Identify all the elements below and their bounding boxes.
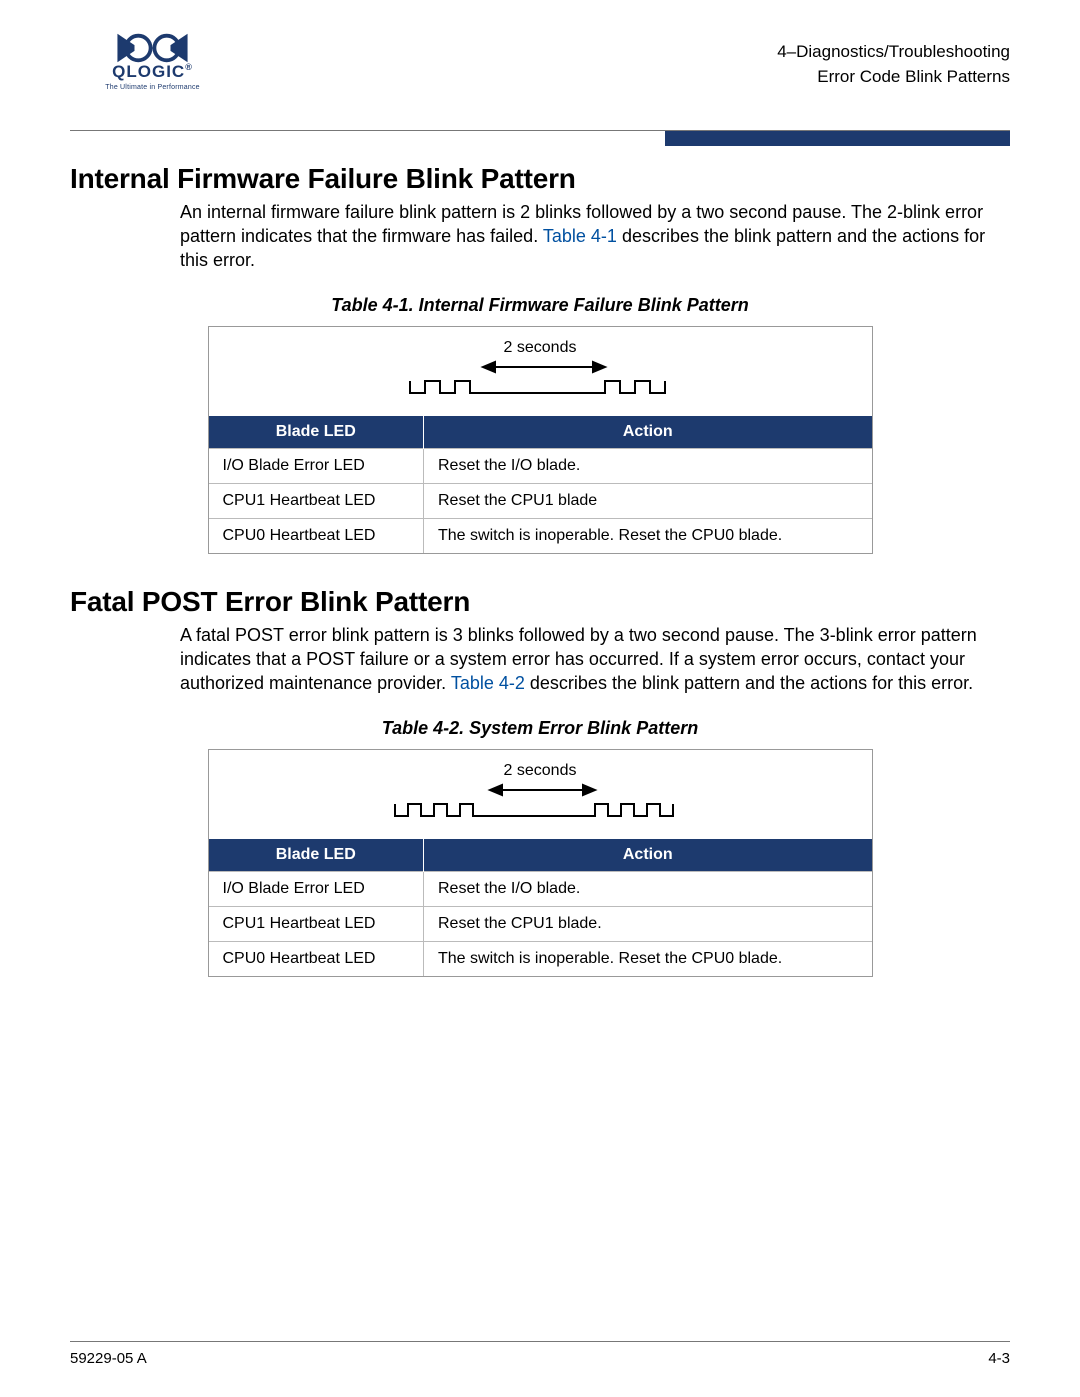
header-rule bbox=[70, 130, 1010, 131]
table-row: I/O Blade Error LED Reset the I/O blade. bbox=[209, 871, 872, 906]
table-4-2-box: 2 seconds Blade LED Action bbox=[208, 749, 873, 977]
col-header-action: Action bbox=[424, 839, 872, 872]
blink-pattern-2-icon bbox=[405, 359, 675, 401]
table-4-1: Blade LED Action I/O Blade Error LED Res… bbox=[209, 416, 872, 553]
table-4-2: Blade LED Action I/O Blade Error LED Res… bbox=[209, 839, 872, 976]
col-header-blade-led: Blade LED bbox=[209, 416, 424, 449]
table-4-1-caption: Table 4-1. Internal Firmware Failure Bli… bbox=[70, 295, 1010, 316]
header-line-1: 4–Diagnostics/Troubleshooting bbox=[777, 40, 1010, 65]
blink-diagram-3: 2 seconds bbox=[209, 750, 872, 839]
col-header-blade-led: Blade LED bbox=[209, 839, 424, 872]
footer-page-number: 4-3 bbox=[988, 1350, 1010, 1367]
table-4-1-box: 2 seconds Blade LED Action bbox=[208, 326, 873, 554]
table-row: CPU0 Heartbeat LED The switch is inopera… bbox=[209, 941, 872, 976]
table-header-row: Blade LED Action bbox=[209, 416, 872, 449]
logo-mark-icon bbox=[105, 30, 200, 66]
diagram-2-label: 2 seconds bbox=[209, 762, 872, 780]
page-header: QLOGIC® The Ultimate in Performance 4–Di… bbox=[70, 30, 1010, 110]
header-line-2: Error Code Blink Patterns bbox=[777, 65, 1010, 90]
qlogic-logo: QLOGIC® The Ultimate in Performance bbox=[105, 30, 200, 91]
logo-brand-text: QLOGIC® bbox=[105, 62, 200, 82]
page-footer: 59229-05 A 4-3 bbox=[70, 1341, 1010, 1367]
table-4-1-link[interactable]: Table 4-1 bbox=[543, 226, 617, 246]
diagram-1-label: 2 seconds bbox=[209, 339, 872, 357]
table-row: I/O Blade Error LED Reset the I/O blade. bbox=[209, 448, 872, 483]
table-header-row: Blade LED Action bbox=[209, 839, 872, 872]
section-1-paragraph: An internal firmware failure blink patte… bbox=[180, 201, 1010, 273]
section-2-paragraph: A fatal POST error blink pattern is 3 bl… bbox=[180, 624, 1010, 696]
footer-doc-id: 59229-05 A bbox=[70, 1350, 147, 1367]
header-accent-bar bbox=[665, 131, 1010, 146]
section-2-title: Fatal POST Error Blink Pattern bbox=[70, 586, 1010, 618]
logo-tagline: The Ultimate in Performance bbox=[105, 84, 200, 91]
table-row: CPU0 Heartbeat LED The switch is inopera… bbox=[209, 518, 872, 553]
header-section-path: 4–Diagnostics/Troubleshooting Error Code… bbox=[777, 40, 1010, 89]
blink-pattern-3-icon bbox=[390, 782, 690, 824]
table-row: CPU1 Heartbeat LED Reset the CPU1 blade bbox=[209, 483, 872, 518]
table-4-2-caption: Table 4-2. System Error Blink Pattern bbox=[70, 718, 1010, 739]
section-1-title: Internal Firmware Failure Blink Pattern bbox=[70, 163, 1010, 195]
blink-diagram-2: 2 seconds bbox=[209, 327, 872, 416]
col-header-action: Action bbox=[424, 416, 872, 449]
table-row: CPU1 Heartbeat LED Reset the CPU1 blade. bbox=[209, 906, 872, 941]
table-4-2-link[interactable]: Table 4-2 bbox=[451, 673, 525, 693]
page: QLOGIC® The Ultimate in Performance 4–Di… bbox=[0, 0, 1080, 1397]
